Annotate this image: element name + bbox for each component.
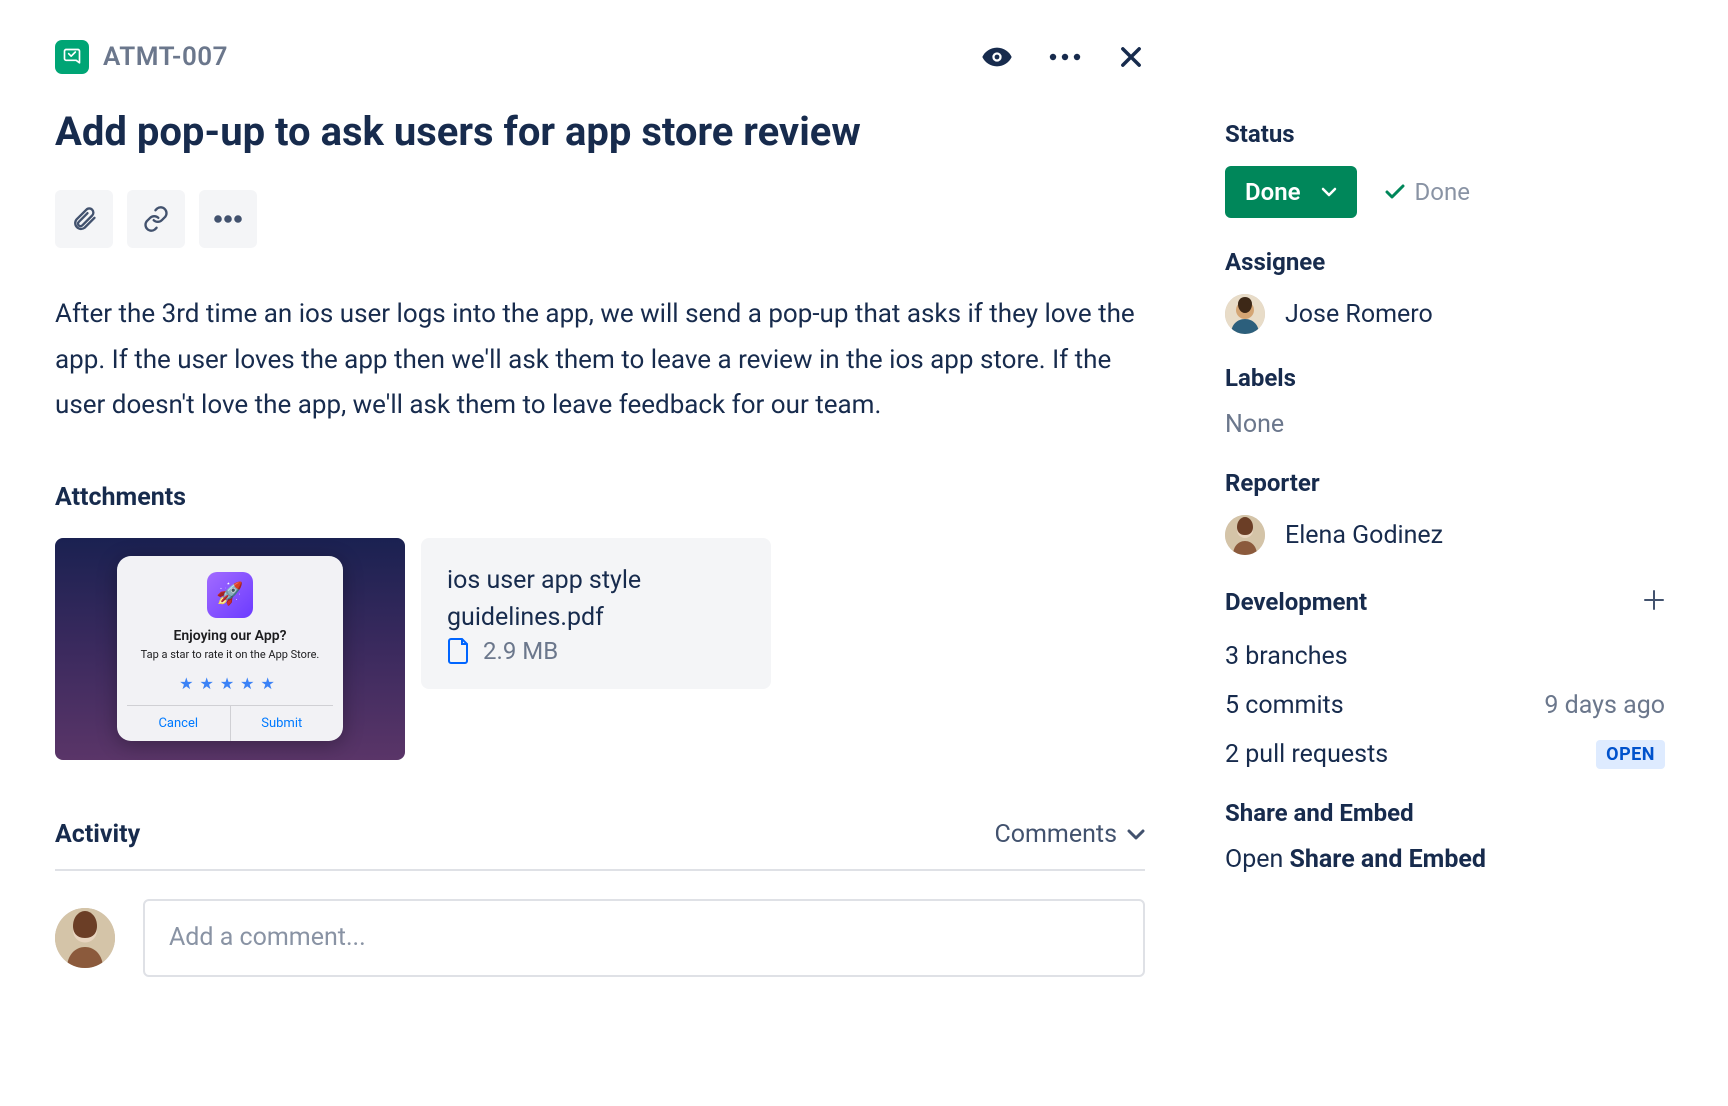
popup-stars: ★★★★★ bbox=[127, 674, 333, 693]
project-icon bbox=[55, 40, 89, 74]
plus-icon bbox=[1643, 589, 1665, 611]
status-label: Status bbox=[1225, 120, 1665, 148]
share-open-link[interactable]: Open Share and Embed bbox=[1225, 845, 1665, 874]
attachment-file[interactable]: ios user app style guidelines.pdf 2.9 MB bbox=[421, 538, 771, 689]
development-commits[interactable]: 5 commits 9 days ago bbox=[1225, 691, 1665, 720]
activity-heading: Activity bbox=[55, 820, 140, 849]
reporter-label: Reporter bbox=[1225, 469, 1665, 497]
reporter-value[interactable]: Elena Godinez bbox=[1225, 515, 1665, 555]
development-branches[interactable]: 3 branches bbox=[1225, 642, 1665, 671]
status-done-indicator: Done bbox=[1385, 178, 1470, 206]
chevron-down-icon bbox=[1127, 828, 1145, 840]
development-add-button[interactable] bbox=[1643, 585, 1665, 618]
popup-subtitle: Tap a star to rate it on the App Store. bbox=[127, 648, 333, 662]
attachment-file-name: ios user app style guidelines.pdf bbox=[447, 562, 745, 637]
more-actions-icon[interactable] bbox=[1049, 53, 1081, 61]
issue-key[interactable]: ATMT-007 bbox=[103, 42, 228, 72]
development-pull-requests[interactable]: 2 pull requests OPEN bbox=[1225, 740, 1665, 769]
attach-button[interactable] bbox=[55, 190, 113, 248]
more-toolbar-button[interactable] bbox=[199, 190, 257, 248]
issue-title[interactable]: Add pop-up to ask users for app store re… bbox=[55, 108, 1145, 156]
file-icon bbox=[447, 637, 471, 665]
link-button[interactable] bbox=[127, 190, 185, 248]
pr-status-badge: OPEN bbox=[1596, 740, 1665, 769]
check-icon bbox=[1385, 184, 1405, 200]
attachment-image[interactable]: 🚀 Enjoying our App? Tap a star to rate i… bbox=[55, 538, 405, 760]
development-label: Development bbox=[1225, 588, 1367, 616]
comment-input[interactable] bbox=[143, 899, 1145, 977]
attachments-heading: Attchments bbox=[55, 483, 1145, 512]
reporter-avatar bbox=[1225, 515, 1265, 555]
attachment-file-size: 2.9 MB bbox=[483, 637, 558, 665]
activity-filter-dropdown[interactable]: Comments bbox=[994, 820, 1145, 849]
close-icon[interactable] bbox=[1117, 43, 1145, 71]
assignee-value[interactable]: Jose Romero bbox=[1225, 294, 1665, 334]
assignee-label: Assignee bbox=[1225, 248, 1665, 276]
chevron-down-icon bbox=[1321, 187, 1337, 197]
labels-value[interactable]: None bbox=[1225, 410, 1665, 439]
share-label: Share and Embed bbox=[1225, 799, 1665, 827]
rocket-icon: 🚀 bbox=[207, 572, 253, 618]
issue-description[interactable]: After the 3rd time an ios user logs into… bbox=[55, 292, 1145, 429]
popup-title: Enjoying our App? bbox=[127, 628, 333, 644]
popup-cancel: Cancel bbox=[127, 706, 231, 741]
watch-icon[interactable] bbox=[981, 41, 1013, 73]
status-dropdown[interactable]: Done bbox=[1225, 166, 1357, 218]
current-user-avatar bbox=[55, 908, 115, 968]
labels-label: Labels bbox=[1225, 364, 1665, 392]
popup-submit: Submit bbox=[231, 706, 334, 741]
assignee-avatar bbox=[1225, 294, 1265, 334]
development-commits-time: 9 days ago bbox=[1544, 691, 1665, 720]
